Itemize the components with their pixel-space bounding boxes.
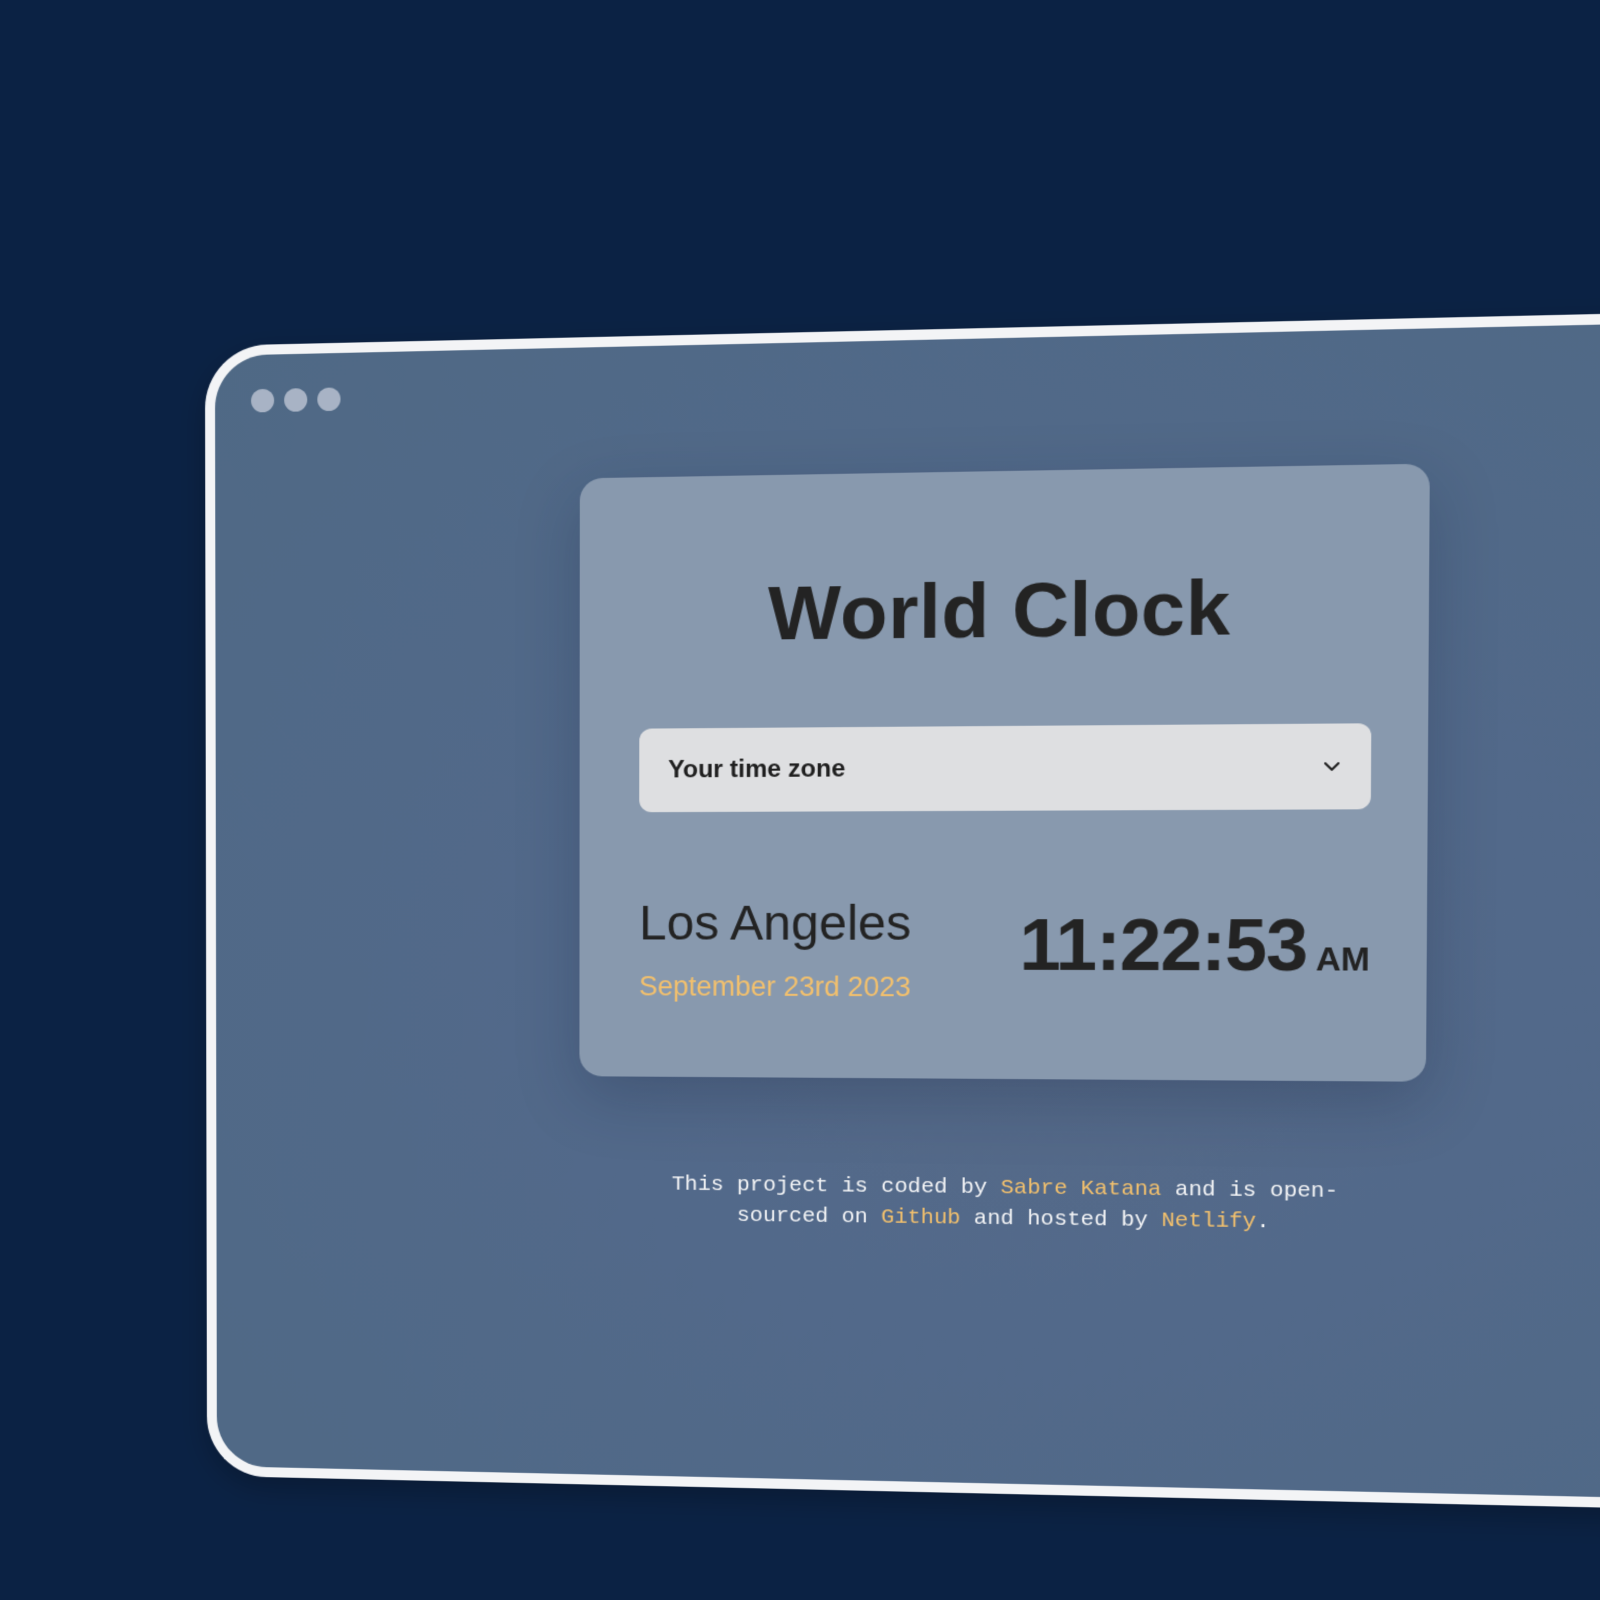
- window-control-dot[interactable]: [251, 388, 275, 413]
- author-link[interactable]: Sabre Katana: [1001, 1177, 1162, 1202]
- time-value: 11:22:53: [1019, 904, 1308, 987]
- window-control-dot[interactable]: [284, 388, 308, 412]
- netlify-link[interactable]: Netlify: [1161, 1209, 1256, 1234]
- window-controls: [251, 387, 341, 413]
- city-name: Los Angeles: [639, 896, 912, 952]
- footer-credits: This project is coded by Sabre Katana an…: [641, 1170, 1371, 1240]
- footer-text: This project is coded by: [671, 1173, 1001, 1201]
- chevron-down-icon: [1323, 758, 1341, 775]
- city-time: 11:22:53 AM: [1019, 904, 1370, 988]
- time-period: AM: [1315, 940, 1371, 978]
- window-control-dot[interactable]: [317, 387, 341, 412]
- city-date: September 23rd 2023: [639, 970, 911, 1003]
- github-link[interactable]: Github: [881, 1206, 961, 1231]
- footer-text: and hosted by: [960, 1207, 1162, 1234]
- footer-text: .: [1256, 1210, 1270, 1235]
- timezone-select[interactable]: Your time zone: [639, 723, 1372, 813]
- page-title: World Clock: [768, 564, 1231, 656]
- browser-window: World Clock Your time zone Los Angeles S…: [204, 310, 1600, 1511]
- world-clock-card: World Clock Your time zone Los Angeles S…: [579, 463, 1430, 1082]
- timezone-select-value: Your time zone: [668, 754, 846, 784]
